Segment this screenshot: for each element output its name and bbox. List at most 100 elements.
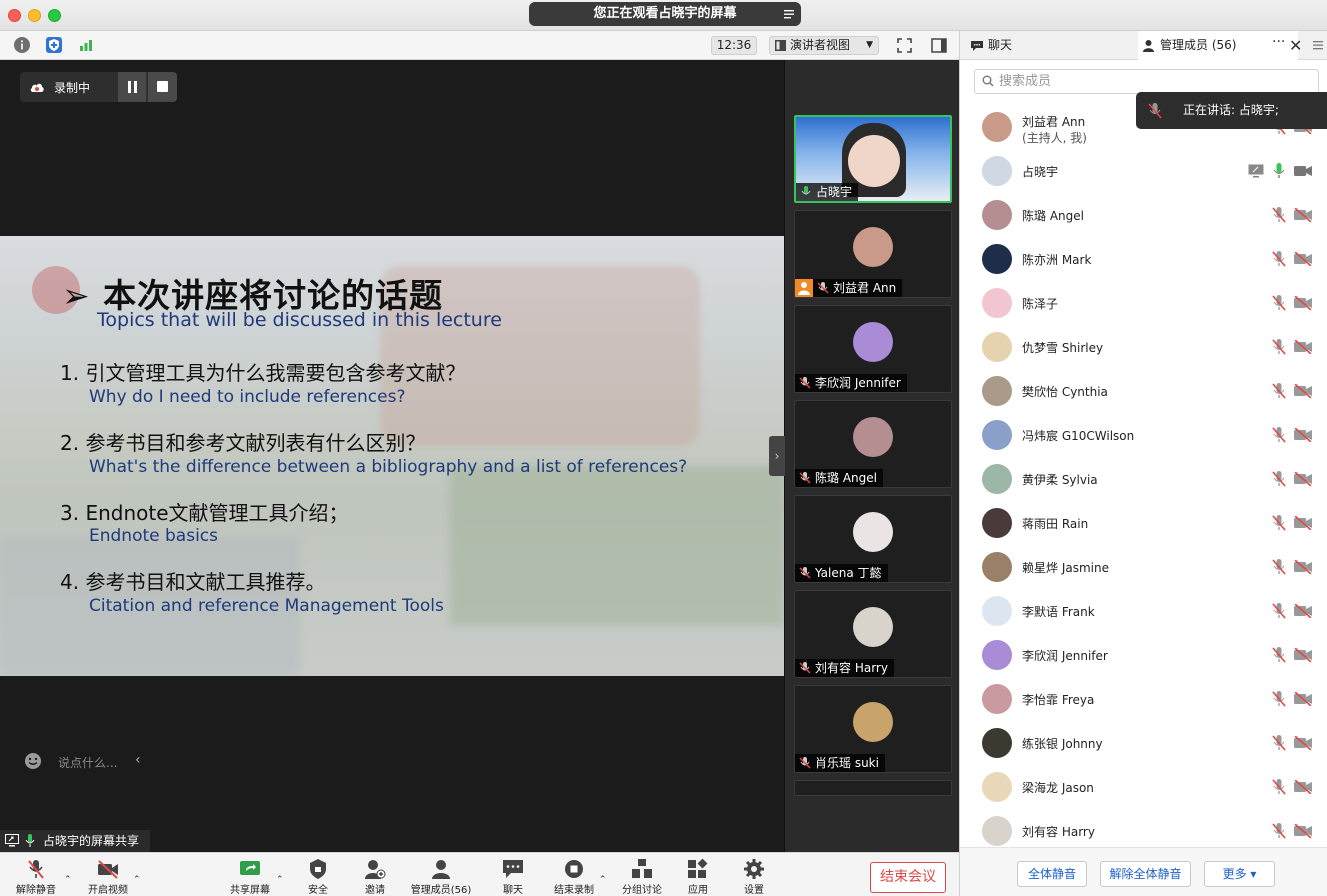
mic-muted-icon[interactable] — [1272, 559, 1286, 575]
member-row[interactable]: 李默语 Frank — [960, 589, 1327, 633]
chevron-up-icon[interactable]: ⌃ — [276, 875, 284, 885]
chevron-up-icon[interactable]: ⌃ — [599, 875, 607, 885]
member-row[interactable]: 樊欣怡 Cynthia — [960, 369, 1327, 413]
video-off-icon[interactable] — [1294, 647, 1312, 663]
mic-muted-icon[interactable] — [1272, 823, 1286, 839]
viewing-banner[interactable]: 您正在观看占晓宇的屏幕 — [529, 2, 801, 26]
video-off-icon[interactable] — [1294, 823, 1312, 839]
video-off-icon[interactable] — [1294, 691, 1312, 707]
member-row[interactable]: 黄伊柔 Sylvia — [960, 457, 1327, 501]
video-off-icon[interactable] — [1294, 427, 1312, 443]
more-button[interactable]: 更多 ▾ — [1204, 861, 1275, 887]
video-tile[interactable] — [794, 780, 952, 796]
member-row[interactable]: 仇梦雪 Shirley — [960, 325, 1327, 369]
video-tile[interactable]: 肖乐瑶 suki — [794, 685, 952, 773]
settings-button[interactable]: 设置 — [736, 853, 772, 896]
share-screen-button[interactable]: 共享屏幕 — [228, 853, 272, 896]
mic-muted-icon[interactable] — [1272, 515, 1286, 531]
pause-recording-button[interactable] — [118, 72, 147, 102]
minimize-window-button[interactable] — [28, 9, 41, 22]
mic-muted-icon[interactable] — [1272, 471, 1286, 487]
invite-button[interactable]: 邀请 — [357, 853, 393, 896]
member-row[interactable]: 李怡霏 Freya — [960, 677, 1327, 721]
quick-chat-input[interactable]: 说点什么... ‹ — [24, 752, 154, 772]
more-options-icon[interactable]: ··· — [1272, 34, 1285, 50]
mic-on-icon[interactable] — [1272, 163, 1286, 179]
video-tile[interactable]: 陈璐 Angel — [794, 400, 952, 488]
member-row[interactable]: 陈璐 Angel — [960, 193, 1327, 237]
close-icon[interactable]: ✕ — [1289, 36, 1302, 55]
mic-muted-icon[interactable] — [1272, 779, 1286, 795]
participant-name: 刘有容 Harry — [815, 661, 888, 675]
panel-menu-icon[interactable] — [1313, 40, 1323, 50]
video-off-icon[interactable] — [1294, 515, 1312, 531]
video-off-icon[interactable] — [1294, 251, 1312, 267]
mic-muted-icon[interactable] — [1272, 691, 1286, 707]
security-button[interactable]: 安全 — [300, 853, 336, 896]
end-recording-button[interactable]: 结束录制 — [552, 853, 596, 896]
video-tile[interactable]: 刘益君 Ann — [794, 210, 952, 298]
manage-members-button[interactable]: 管理成员(56) — [409, 853, 473, 896]
mic-muted-icon[interactable] — [1272, 735, 1286, 751]
member-row[interactable]: 李欣润 Jennifer — [960, 633, 1327, 677]
mic-muted-icon[interactable] — [1272, 251, 1286, 267]
tab-chat[interactable]: 聊天 — [970, 31, 1130, 60]
video-off-icon[interactable] — [1294, 471, 1312, 487]
side-panel-toggle-icon[interactable] — [931, 38, 947, 53]
member-row[interactable]: 刘有容 Harry — [960, 809, 1327, 847]
chat-button[interactable]: 聊天 — [495, 853, 531, 896]
member-name: 梁海龙 Jason — [1022, 781, 1094, 795]
video-off-icon[interactable] — [1294, 207, 1312, 223]
stop-recording-button[interactable] — [148, 72, 177, 102]
chevron-up-icon[interactable]: ⌃ — [64, 875, 72, 885]
video-off-icon[interactable] — [1294, 779, 1312, 795]
start-video-button[interactable]: 开启视频 — [86, 853, 130, 896]
member-row[interactable]: 练张银 Johnny — [960, 721, 1327, 765]
member-row[interactable]: 冯炜宸 G10CWilson — [960, 413, 1327, 457]
member-row[interactable]: 占晓宇 — [960, 149, 1327, 193]
mic-muted-icon[interactable] — [1272, 647, 1286, 663]
video-tile[interactable]: Yalena 丁懿 — [794, 495, 952, 583]
fullscreen-window-button[interactable] — [48, 9, 61, 22]
mute-all-button[interactable]: 全体静音 — [1017, 861, 1087, 887]
info-icon[interactable] — [14, 37, 30, 53]
unmute-button[interactable]: 解除静音 — [14, 853, 58, 896]
member-row[interactable]: 蒋雨田 Rain — [960, 501, 1327, 545]
member-name: 黄伊柔 Sylvia — [1022, 473, 1098, 487]
mic-muted-icon[interactable] — [1272, 603, 1286, 619]
video-tile[interactable]: 占晓宇 — [794, 115, 952, 203]
end-meeting-button[interactable]: 结束会议 — [870, 862, 946, 893]
fullscreen-icon[interactable] — [897, 38, 912, 53]
close-window-button[interactable] — [8, 9, 21, 22]
member-row[interactable]: 陈亦洲 Mark — [960, 237, 1327, 281]
menu-icon[interactable] — [783, 8, 795, 20]
collapse-gallery-button[interactable]: › — [769, 436, 785, 476]
mic-muted-icon[interactable] — [1272, 339, 1286, 355]
video-off-icon[interactable] — [1294, 559, 1312, 575]
video-tile[interactable]: 刘有容 Harry — [794, 590, 952, 678]
apps-button[interactable]: 应用 — [680, 853, 716, 896]
member-row[interactable]: 赖星烨 Jasmine — [960, 545, 1327, 589]
encryption-shield-icon[interactable] — [46, 37, 62, 53]
unmute-all-button[interactable]: 解除全体静音 — [1100, 861, 1191, 887]
member-search-input[interactable]: 搜索成员 — [974, 69, 1319, 94]
breakout-rooms-button[interactable]: 分组讨论 — [620, 853, 664, 896]
video-off-icon[interactable] — [1294, 383, 1312, 399]
video-off-icon[interactable] — [1294, 603, 1312, 619]
video-tile[interactable]: 李欣润 Jennifer — [794, 305, 952, 393]
video-off-icon[interactable] — [1294, 339, 1312, 355]
video-off-icon[interactable] — [1294, 295, 1312, 311]
chevron-up-icon[interactable]: ⌃ — [133, 875, 141, 885]
video-off-icon[interactable] — [1294, 735, 1312, 751]
chevron-left-icon[interactable]: ‹ — [135, 752, 141, 768]
view-mode-select[interactable]: 演讲者视图 ▼ — [769, 36, 879, 55]
video-on-icon[interactable] — [1294, 164, 1312, 178]
mic-muted-icon[interactable] — [1272, 295, 1286, 311]
member-row[interactable]: 梁海龙 Jason — [960, 765, 1327, 809]
mic-muted-icon[interactable] — [1272, 427, 1286, 443]
signal-stats-icon[interactable] — [78, 37, 94, 53]
member-row[interactable]: 陈泽子 — [960, 281, 1327, 325]
emoji-icon[interactable] — [24, 752, 42, 770]
mic-muted-icon[interactable] — [1272, 383, 1286, 399]
mic-muted-icon[interactable] — [1272, 207, 1286, 223]
